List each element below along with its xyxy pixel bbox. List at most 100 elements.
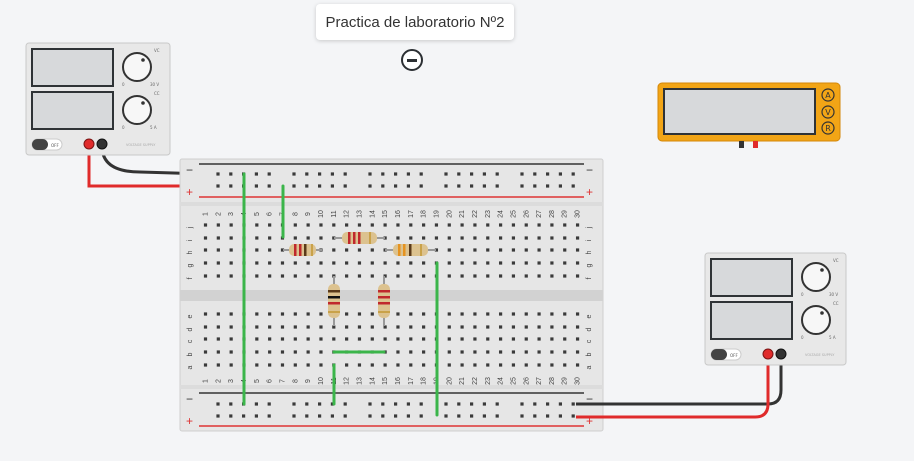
- breadboard-hole[interactable]: [330, 414, 334, 418]
- breadboard-hole[interactable]: [470, 414, 474, 418]
- breadboard-hole[interactable]: [268, 325, 272, 329]
- breadboard-hole[interactable]: [383, 261, 387, 265]
- breadboard-hole[interactable]: [511, 363, 516, 367]
- breadboard-hole[interactable]: [345, 325, 349, 329]
- breadboard-hole[interactable]: [255, 337, 259, 341]
- breadboard-hole[interactable]: [216, 223, 220, 227]
- breadboard-hole[interactable]: [444, 414, 448, 418]
- breadboard-hole[interactable]: [255, 248, 259, 252]
- breadboard-hole[interactable]: [383, 363, 387, 367]
- breadboard-hole[interactable]: [345, 363, 349, 367]
- breadboard-hole[interactable]: [229, 312, 233, 316]
- breadboard-hole[interactable]: [306, 223, 310, 227]
- breadboard-hole[interactable]: [318, 414, 322, 418]
- breadboard-hole[interactable]: [370, 248, 374, 252]
- breadboard-hole[interactable]: [343, 184, 347, 188]
- breadboard-hole[interactable]: [460, 325, 464, 329]
- breadboard-hole[interactable]: [434, 236, 439, 240]
- breadboard-hole[interactable]: [563, 223, 567, 227]
- breadboard-hole[interactable]: [486, 325, 490, 329]
- breadboard-hole[interactable]: [343, 414, 347, 418]
- breadboard-hole[interactable]: [255, 325, 259, 329]
- breadboard-hole[interactable]: [575, 248, 580, 252]
- breadboard-hole[interactable]: [550, 312, 554, 316]
- breadboard-hole[interactable]: [546, 414, 550, 418]
- breadboard-hole[interactable]: [396, 261, 400, 265]
- breadboard-hole[interactable]: [460, 248, 464, 252]
- breadboard-hole[interactable]: [558, 402, 562, 406]
- breadboard-hole[interactable]: [268, 350, 272, 354]
- breadboard-hole[interactable]: [537, 223, 541, 227]
- breadboard-hole[interactable]: [524, 325, 528, 329]
- breadboard-hole[interactable]: [254, 402, 258, 406]
- breadboard-hole[interactable]: [216, 184, 220, 188]
- breadboard-hole[interactable]: [571, 414, 575, 418]
- breadboard-hole[interactable]: [357, 363, 362, 367]
- breadboard-hole[interactable]: [495, 402, 499, 406]
- ps1-positive-terminal[interactable]: [83, 138, 95, 150]
- breadboard-hole[interactable]: [563, 236, 567, 240]
- circuit-canvas[interactable]: VC 0 30 V CC 0 5 A OFF VOLTAGE SUPPLY A …: [0, 0, 914, 461]
- breadboard-hole[interactable]: [357, 248, 362, 252]
- breadboard-hole[interactable]: [255, 363, 259, 367]
- breadboard-hole[interactable]: [447, 223, 451, 227]
- breadboard-hole[interactable]: [293, 274, 297, 278]
- breadboard-hole[interactable]: [203, 223, 208, 227]
- breadboard-hole[interactable]: [571, 184, 575, 188]
- breadboard-hole[interactable]: [575, 350, 580, 354]
- breadboard-hole[interactable]: [533, 172, 537, 176]
- breadboard-hole[interactable]: [216, 274, 220, 278]
- breadboard-hole[interactable]: [422, 350, 426, 354]
- breadboard-hole[interactable]: [203, 325, 208, 329]
- breadboard-hole[interactable]: [357, 223, 362, 227]
- breadboard-hole[interactable]: [550, 223, 554, 227]
- breadboard-hole[interactable]: [486, 350, 490, 354]
- power-supply-1[interactable]: VC 0 30 V CC 0 5 A OFF VOLTAGE SUPPLY: [25, 42, 171, 156]
- breadboard-hole[interactable]: [524, 248, 528, 252]
- breadboard-hole[interactable]: [319, 337, 323, 341]
- breadboard-hole[interactable]: [268, 363, 272, 367]
- breadboard-hole[interactable]: [203, 312, 208, 316]
- breadboard-hole[interactable]: [370, 261, 374, 265]
- breadboard-hole[interactable]: [575, 312, 580, 316]
- breadboard-hole[interactable]: [422, 337, 426, 341]
- breadboard-hole[interactable]: [229, 363, 233, 367]
- breadboard-hole[interactable]: [319, 236, 323, 240]
- breadboard-hole[interactable]: [498, 312, 503, 316]
- breadboard-hole[interactable]: [330, 184, 334, 188]
- breadboard-hole[interactable]: [381, 414, 385, 418]
- breadboard-hole[interactable]: [319, 325, 323, 329]
- breadboard-hole[interactable]: [575, 337, 580, 341]
- breadboard-hole[interactable]: [370, 274, 374, 278]
- breadboard-hole[interactable]: [345, 248, 349, 252]
- breadboard-hole[interactable]: [368, 414, 372, 418]
- breadboard-hole[interactable]: [524, 363, 528, 367]
- breadboard-hole[interactable]: [343, 172, 347, 176]
- breadboard-hole[interactable]: [511, 350, 516, 354]
- breadboard-hole[interactable]: [473, 274, 477, 278]
- breadboard-hole[interactable]: [368, 184, 372, 188]
- breadboard-hole[interactable]: [511, 274, 516, 278]
- breadboard-hole[interactable]: [520, 172, 524, 176]
- breadboard-hole[interactable]: [396, 325, 400, 329]
- breadboard-hole[interactable]: [280, 363, 285, 367]
- breadboard-hole[interactable]: [473, 363, 477, 367]
- breadboard-hole[interactable]: [457, 402, 461, 406]
- breadboard-hole[interactable]: [571, 402, 575, 406]
- breadboard-hole[interactable]: [319, 363, 323, 367]
- breadboard-hole[interactable]: [563, 274, 567, 278]
- breadboard-hole[interactable]: [280, 325, 285, 329]
- breadboard-hole[interactable]: [470, 184, 474, 188]
- breadboard-hole[interactable]: [292, 172, 296, 176]
- breadboard-hole[interactable]: [537, 363, 541, 367]
- breadboard-hole[interactable]: [267, 414, 271, 418]
- breadboard-hole[interactable]: [422, 223, 426, 227]
- breadboard-hole[interactable]: [293, 350, 297, 354]
- breadboard-hole[interactable]: [306, 325, 310, 329]
- breadboard-hole[interactable]: [422, 312, 426, 316]
- breadboard-hole[interactable]: [255, 223, 259, 227]
- breadboard-hole[interactable]: [292, 184, 296, 188]
- breadboard-hole[interactable]: [550, 325, 554, 329]
- breadboard-hole[interactable]: [537, 312, 541, 316]
- breadboard-hole[interactable]: [357, 261, 362, 265]
